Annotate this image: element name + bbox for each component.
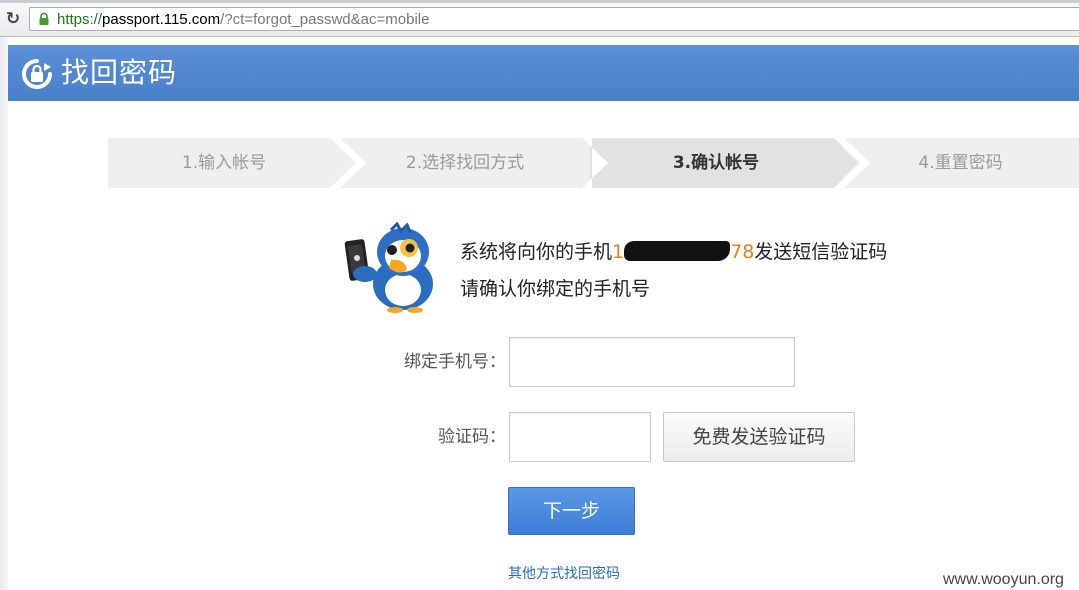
message-prefix: 系统将向你的手机: [460, 241, 613, 263]
step-progress-bar: 1.输入帐号 2.选择找回方式 3.确认帐号 4.重置密码: [108, 138, 1079, 188]
page-header: 找回密码: [8, 45, 1079, 101]
step-arrow-separators: [330, 138, 870, 188]
bird-mascot-with-phone-icon: [344, 222, 433, 313]
phone-label: 绑定手机号：: [404, 352, 506, 372]
message-suffix: 发送短信验证码: [754, 241, 888, 263]
phone-end: 78: [730, 241, 755, 263]
url-field[interactable]: https://passport.115.com/?ct=forgot_pass…: [29, 7, 1079, 31]
browser-address-bar: ↻ https://passport.115.com/?ct=forgot_pa…: [0, 3, 1079, 37]
redacted-phone-digits: [624, 241, 731, 261]
code-input[interactable]: [509, 412, 651, 462]
confirm-phone-message: 请确认你绑定的手机号: [460, 278, 651, 300]
next-step-button[interactable]: 下一步: [508, 487, 635, 535]
url-path: /?ct=forgot_passwd&ac=mobile: [220, 11, 430, 28]
other-methods-link[interactable]: 其他方式找回密码: [508, 565, 620, 583]
page-left-shadow: [0, 37, 8, 590]
send-code-button[interactable]: 免费发送验证码: [663, 412, 855, 462]
lock-icon: [39, 12, 49, 25]
phone-start: 1: [612, 241, 625, 263]
code-label: 验证码：: [438, 427, 506, 447]
page-title: 找回密码: [61, 56, 178, 89]
phone-input[interactable]: [509, 337, 795, 387]
url-host: passport.115.com: [102, 11, 221, 28]
reload-icon[interactable]: ↻: [3, 9, 23, 29]
send-sms-message: 系统将向你的手机1 78发送短信验证码: [460, 239, 887, 265]
lock-refresh-icon: [22, 59, 52, 89]
url-text: https://passport.115.com/?ct=forgot_pass…: [57, 10, 429, 29]
watermark-text: www.wooyun.org: [943, 571, 1064, 588]
url-scheme: https://: [57, 11, 103, 28]
